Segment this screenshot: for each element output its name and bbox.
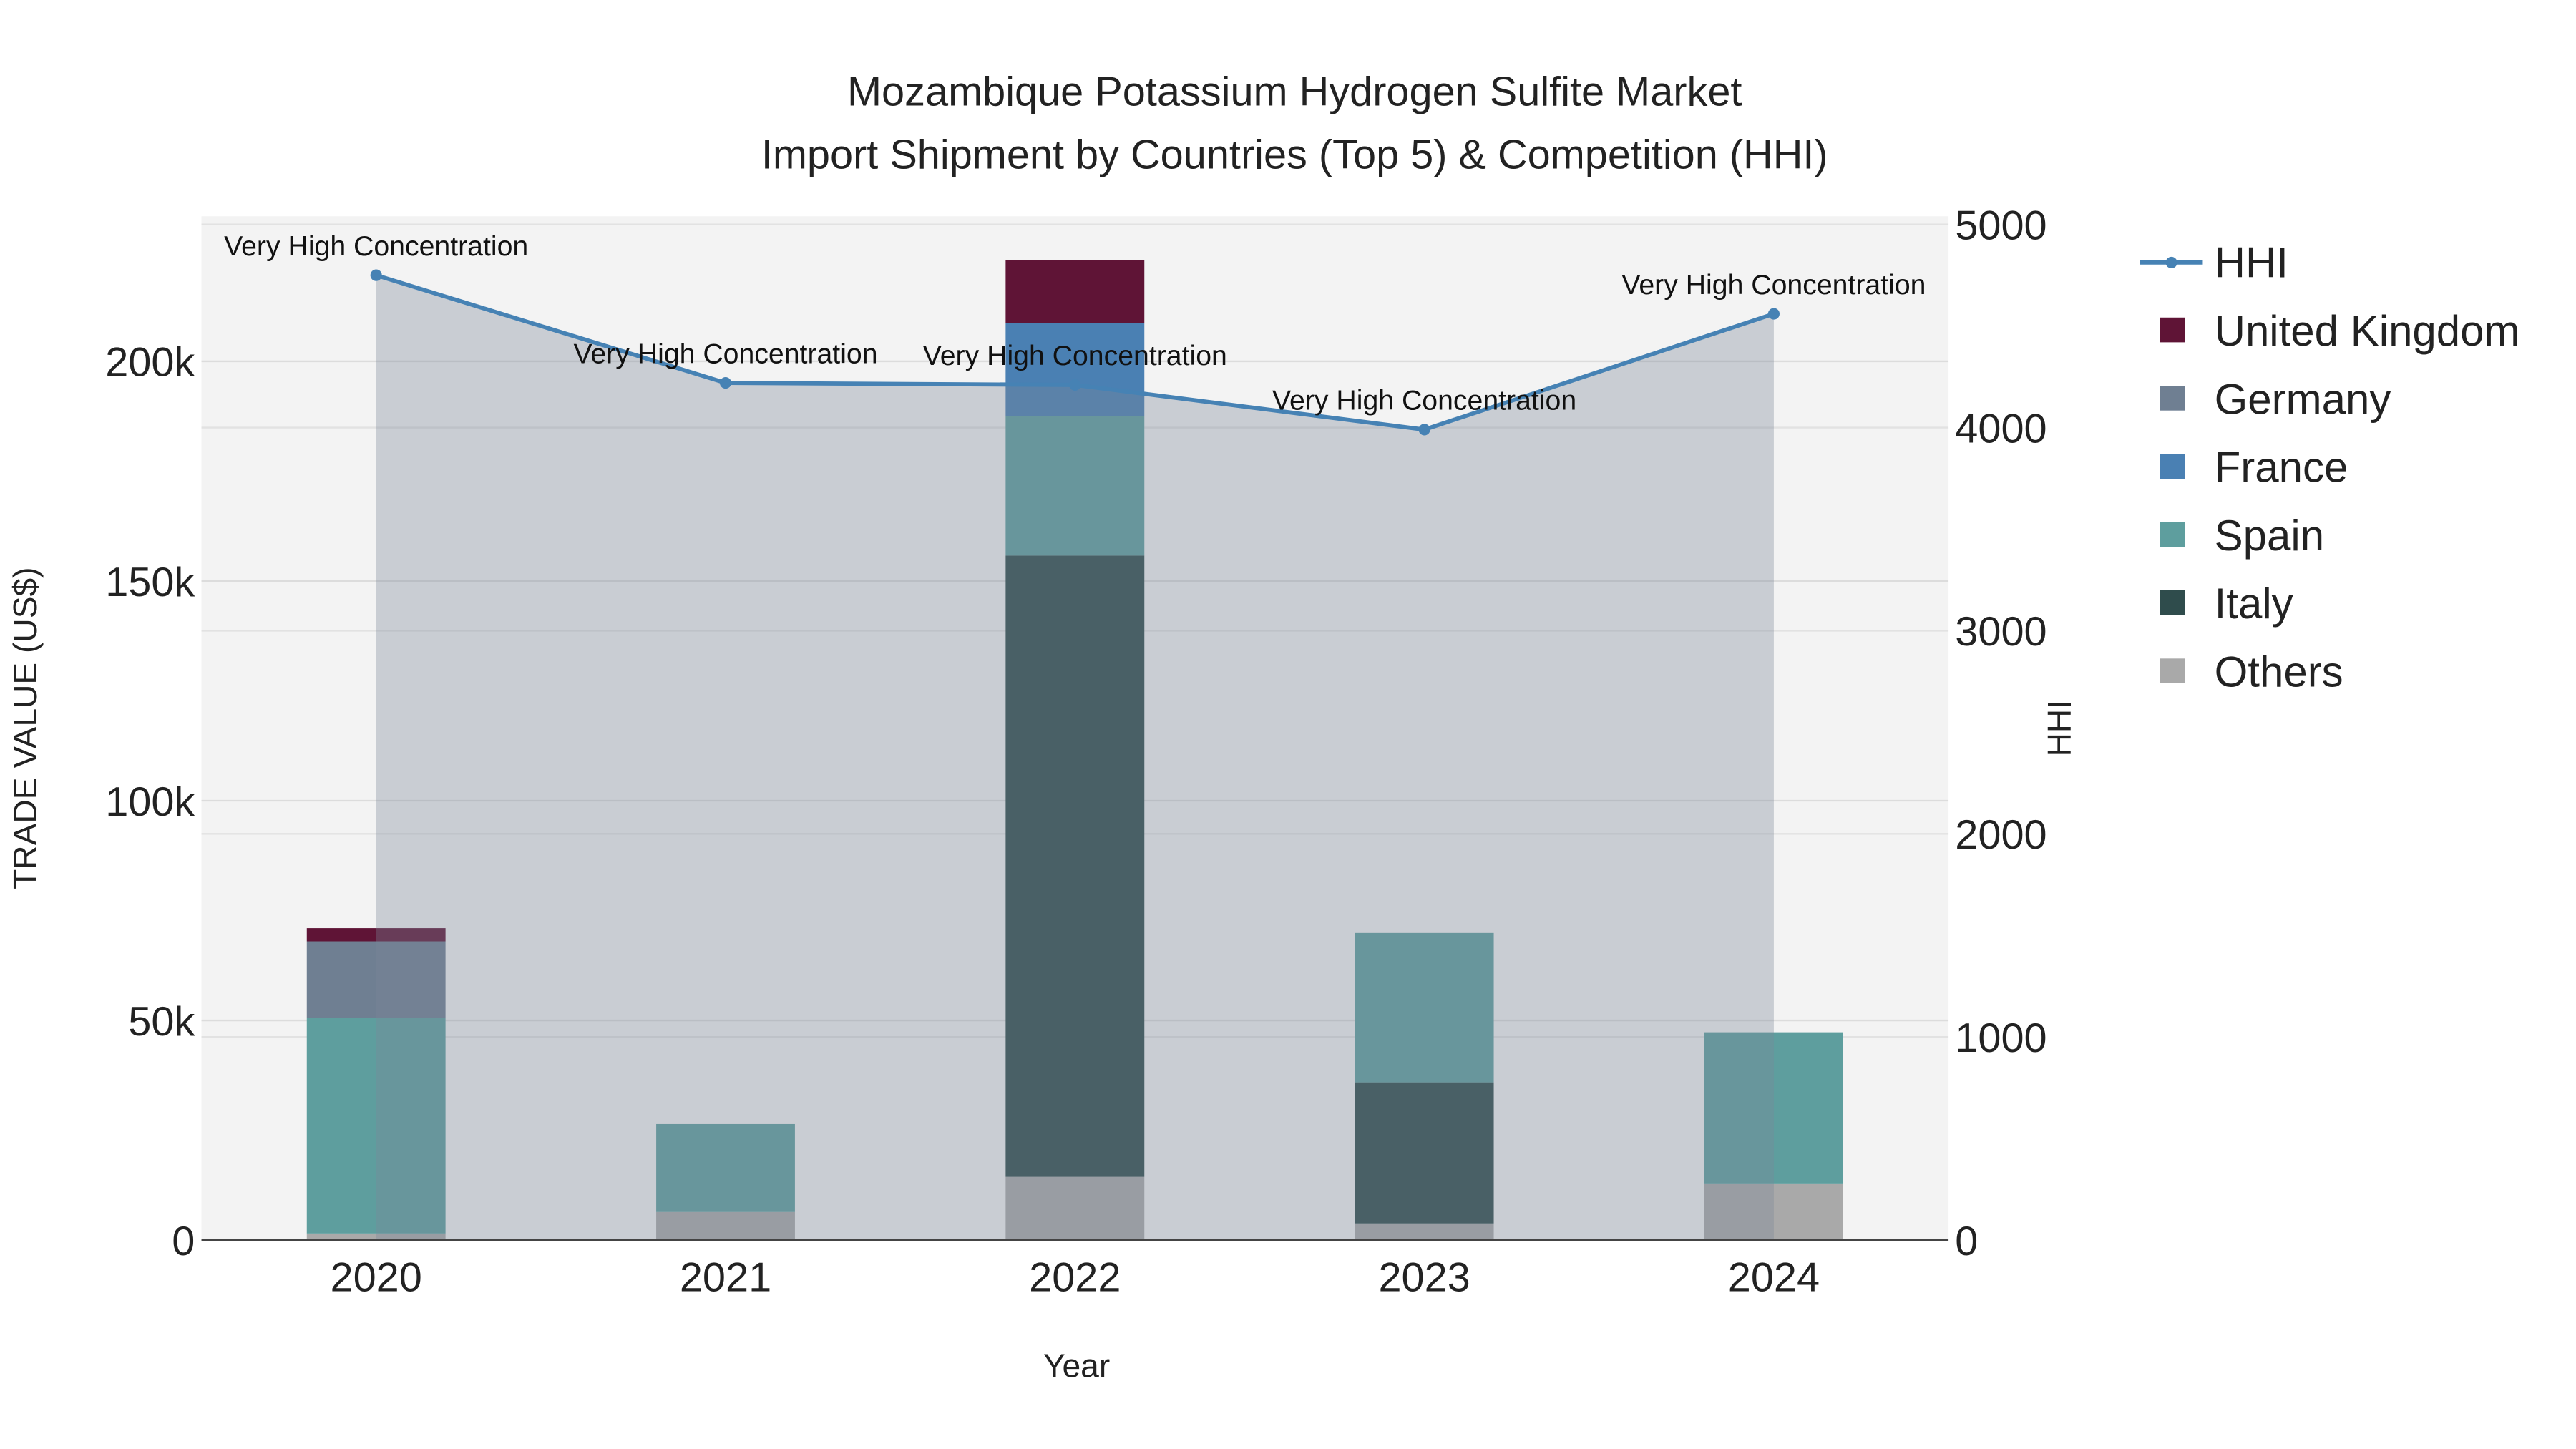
hhi-point-2020 xyxy=(370,269,382,281)
x-axis-title: Year xyxy=(1043,1347,1110,1385)
legend-swatch-icon xyxy=(2160,317,2185,343)
y2-tick-label: 1000 xyxy=(1955,1015,2046,1061)
x-tick-label: 2022 xyxy=(1029,1255,1121,1301)
y2-tick-label: 0 xyxy=(1955,1219,1978,1264)
chart-title-line1: Mozambique Potassium Hydrogen Sulfite Ma… xyxy=(847,69,1742,115)
legend-label: Others xyxy=(2215,648,2343,696)
legend-label: Italy xyxy=(2215,580,2293,628)
hhi-point-2023 xyxy=(1418,424,1430,436)
chart: Very High Concentration Very High Concent… xyxy=(0,0,2576,1449)
hhi-annotation: Very High Concentration xyxy=(573,338,877,369)
y2-tick-label: 3000 xyxy=(1955,609,2046,655)
bar-united-kingdom-2022 xyxy=(1005,260,1145,323)
legend-label: Spain xyxy=(2215,512,2324,560)
legend-label: France xyxy=(2215,444,2348,492)
legend-swatch-icon xyxy=(2160,522,2185,547)
y-tick-label: 50k xyxy=(128,999,195,1045)
hhi-point-2021 xyxy=(719,377,732,389)
y2-axis-title: HHI xyxy=(2041,700,2078,756)
x-tick-label: 2023 xyxy=(1378,1255,1470,1301)
hhi-area-fill xyxy=(376,275,1774,1241)
y-tick-label: 150k xyxy=(105,560,195,605)
legend-hhi-marker-icon xyxy=(2165,256,2177,268)
y-tick-label: 200k xyxy=(105,340,195,386)
x-tick-label: 2020 xyxy=(331,1255,422,1301)
hhi-point-2024 xyxy=(1767,308,1780,320)
hhi-annotation: Very High Concentration xyxy=(224,230,528,262)
legend-label: Germany xyxy=(2215,375,2391,423)
hhi-annotation: Very High Concentration xyxy=(1272,385,1576,416)
hhi-area xyxy=(376,275,1774,1241)
y-tick-label: 100k xyxy=(105,779,195,825)
y2-tick-label: 5000 xyxy=(1955,203,2046,248)
legend-swatch-icon xyxy=(2160,658,2185,683)
y-tick-label: 0 xyxy=(172,1219,195,1264)
y2-tick-label: 4000 xyxy=(1955,406,2046,452)
chart-title-line2: Import Shipment by Countries (Top 5) & C… xyxy=(761,132,1828,177)
y2-tick-label: 2000 xyxy=(1955,812,2046,858)
y-axis-title: TRADE VALUE (US$) xyxy=(6,567,44,889)
x-tick-label: 2021 xyxy=(680,1255,771,1301)
legend-swatch-icon xyxy=(2160,590,2185,615)
hhi-annotation: Very High Concentration xyxy=(1621,269,1926,301)
x-tick-label: 2024 xyxy=(1728,1255,1820,1301)
legend-swatch-icon xyxy=(2160,386,2185,411)
hhi-point-2022 xyxy=(1069,379,1081,391)
legend-label-hhi: HHI xyxy=(2215,239,2288,287)
hhi-annotation: Very High Concentration xyxy=(923,340,1227,371)
legend-swatch-icon xyxy=(2160,454,2185,479)
legend-label: United Kingdom xyxy=(2215,307,2520,355)
